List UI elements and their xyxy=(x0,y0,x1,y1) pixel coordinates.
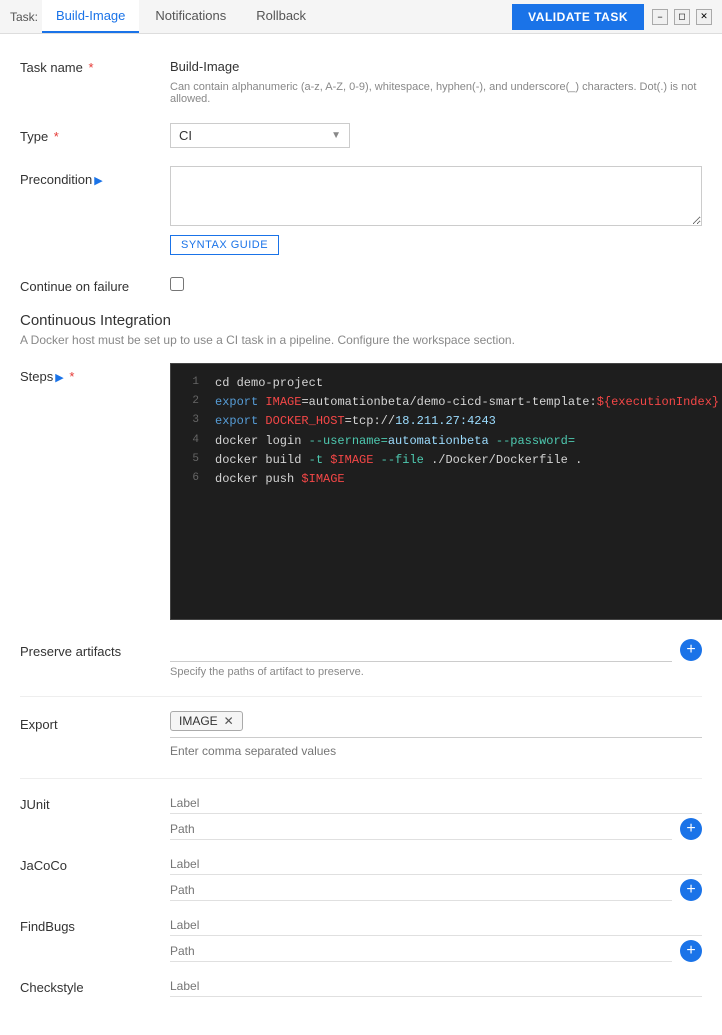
section-title: Continuous Integration xyxy=(20,312,702,329)
junit-label-input[interactable] xyxy=(170,793,702,814)
continue-failure-field xyxy=(170,273,702,291)
precondition-textarea[interactable] xyxy=(170,166,702,226)
section-desc: A Docker host must be set up to use a CI… xyxy=(20,333,702,347)
divider-1 xyxy=(20,696,702,697)
restore-button[interactable]: ◻ xyxy=(674,9,690,25)
artifact-row: + xyxy=(170,638,702,662)
findbugs-label: FindBugs xyxy=(20,915,170,934)
dropdown-arrow-icon: ▼ xyxy=(331,130,341,141)
checkstyle-section: Checkstyle xyxy=(20,976,702,1001)
code-line-3: 3 export DOCKER_HOST=tcp://18.211.27:424… xyxy=(171,412,722,431)
code-line-6: 6 docker push $IMAGE xyxy=(171,470,722,489)
code-line-1: 1 cd demo-project xyxy=(171,374,722,393)
main-content: Task name * Build-Image Can contain alph… xyxy=(0,34,722,1035)
continue-failure-label: Continue on failure xyxy=(20,273,170,294)
tab-notifications[interactable]: Notifications xyxy=(141,0,240,33)
junit-path-row: + xyxy=(170,818,702,840)
type-row: Type * CI ▼ xyxy=(20,123,702,148)
type-field: CI ▼ xyxy=(170,123,702,148)
minimize-button[interactable]: − xyxy=(652,9,668,25)
continue-failure-row: Continue on failure xyxy=(20,273,702,294)
tab-rollback[interactable]: Rollback xyxy=(242,0,320,33)
code-editor[interactable]: 1 cd demo-project 2 export IMAGE=automat… xyxy=(170,363,722,620)
task-name-row: Task name * Build-Image Can contain alph… xyxy=(20,54,702,105)
jacoco-row: JaCoCo + xyxy=(20,854,702,901)
code-line-empty-1 xyxy=(171,489,722,509)
checkstyle-fields xyxy=(170,976,702,1001)
preserve-artifacts-row: Preserve artifacts + Specify the paths o… xyxy=(20,638,702,678)
junit-fields: + xyxy=(170,793,702,840)
jacoco-section: JaCoCo + xyxy=(20,854,702,901)
preserve-artifacts-field: + Specify the paths of artifact to prese… xyxy=(170,638,702,678)
continue-failure-checkbox[interactable] xyxy=(170,277,184,291)
jacoco-label-input[interactable] xyxy=(170,854,702,875)
checkstyle-row: Checkstyle xyxy=(20,976,702,1001)
findbugs-path-input[interactable] xyxy=(170,941,672,962)
steps-info-icon[interactable]: ▶ xyxy=(55,372,63,384)
junit-row: JUnit + xyxy=(20,793,702,840)
export-row: Export IMAGE ✕ xyxy=(20,711,702,760)
findbugs-path-row: + xyxy=(170,940,702,962)
tag-remove-icon[interactable]: ✕ xyxy=(224,714,234,728)
export-input[interactable] xyxy=(170,742,702,760)
close-button[interactable]: ✕ xyxy=(696,9,712,25)
precondition-field: SYNTAX GUIDE xyxy=(170,166,702,255)
window-controls: − ◻ ✕ xyxy=(652,9,712,25)
type-dropdown[interactable]: CI ▼ xyxy=(170,123,350,148)
findbugs-row: FindBugs + xyxy=(20,915,702,962)
findbugs-label-input[interactable] xyxy=(170,915,702,936)
type-selected-value: CI xyxy=(179,128,192,143)
checkstyle-label: Checkstyle xyxy=(20,976,170,995)
code-line-empty-3 xyxy=(171,529,722,549)
jacoco-fields: + xyxy=(170,854,702,901)
steps-field: 1 cd demo-project 2 export IMAGE=automat… xyxy=(170,363,722,620)
precondition-row: Precondition▶ SYNTAX GUIDE xyxy=(20,166,702,255)
task-name-label: Task name * xyxy=(20,54,170,75)
code-line-empty-4 xyxy=(171,549,722,569)
junit-path-input[interactable] xyxy=(170,819,672,840)
type-label: Type * xyxy=(20,123,170,144)
task-name-field: Build-Image Can contain alphanumeric (a-… xyxy=(170,54,702,105)
tag-label: IMAGE xyxy=(179,714,218,728)
task-name-hint: Can contain alphanumeric (a-z, A-Z, 0-9)… xyxy=(170,81,702,105)
precondition-label: Precondition▶ xyxy=(20,166,170,187)
findbugs-fields: + xyxy=(170,915,702,962)
validate-task-button[interactable]: VALIDATE TASK xyxy=(512,4,644,30)
findbugs-section: FindBugs + xyxy=(20,915,702,962)
jacoco-path-row: + xyxy=(170,879,702,901)
divider-2 xyxy=(20,778,702,779)
checkstyle-label-input[interactable] xyxy=(170,976,702,997)
syntax-guide-button[interactable]: SYNTAX GUIDE xyxy=(170,235,279,255)
tab-prefix: Task: xyxy=(10,10,38,24)
junit-section: JUnit + xyxy=(20,793,702,840)
task-name-value: Build-Image xyxy=(170,54,702,79)
preserve-artifacts-label: Preserve artifacts xyxy=(20,638,170,659)
tab-build-image[interactable]: Build-Image xyxy=(42,0,139,33)
required-indicator: * xyxy=(85,60,94,75)
add-artifact-button[interactable]: + xyxy=(680,639,702,661)
code-line-2: 2 export IMAGE=automationbeta/demo-cicd-… xyxy=(171,393,722,412)
jacoco-path-input[interactable] xyxy=(170,880,672,901)
steps-row: Steps▶ * 1 cd demo-project 2 export IMAG… xyxy=(20,363,702,620)
code-line-empty-5 xyxy=(171,569,722,589)
add-jacoco-button[interactable]: + xyxy=(680,879,702,901)
steps-label: Steps▶ * xyxy=(20,363,170,384)
add-findbugs-button[interactable]: + xyxy=(680,940,702,962)
preserve-artifacts-hint: Specify the paths of artifact to preserv… xyxy=(170,666,702,678)
export-field: IMAGE ✕ xyxy=(170,711,702,760)
export-label: Export xyxy=(20,711,170,732)
code-line-4: 4 docker login --username=automationbeta… xyxy=(171,432,722,451)
jacoco-label: JaCoCo xyxy=(20,854,170,873)
artifact-input[interactable] xyxy=(170,638,672,662)
code-line-empty-6 xyxy=(171,589,722,609)
precondition-info-icon[interactable]: ▶ xyxy=(94,175,102,187)
export-tags: IMAGE ✕ xyxy=(170,711,702,738)
code-line-5: 5 docker build -t $IMAGE --file ./Docker… xyxy=(171,451,722,470)
add-junit-button[interactable]: + xyxy=(680,818,702,840)
continue-failure-checkbox-wrapper xyxy=(170,273,702,291)
code-line-empty-2 xyxy=(171,509,722,529)
export-tag-image: IMAGE ✕ xyxy=(170,711,243,731)
junit-label: JUnit xyxy=(20,793,170,812)
tab-bar: Task: Build-Image Notifications Rollback… xyxy=(0,0,722,34)
